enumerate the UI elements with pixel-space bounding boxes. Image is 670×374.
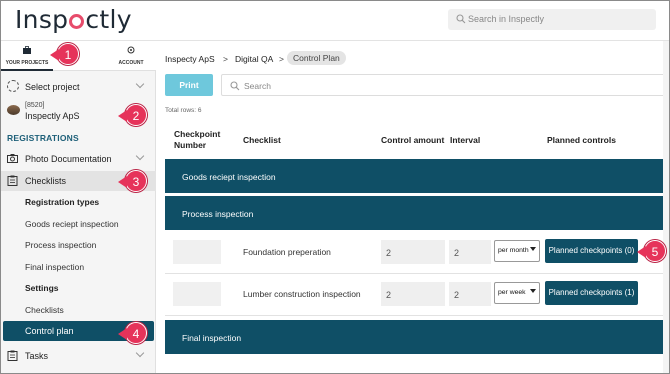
project-circle-icon bbox=[7, 80, 19, 92]
tab-account[interactable]: ACCOUNT bbox=[106, 41, 156, 71]
scrollbar[interactable] bbox=[663, 41, 669, 373]
callout-marker-3: 3 bbox=[118, 170, 147, 192]
tab-your-projects-label: YOUR PROJECTS bbox=[5, 60, 49, 66]
checklists-label: Checklists bbox=[25, 176, 67, 186]
tab-your-projects[interactable]: YOUR PROJECTS bbox=[1, 41, 53, 71]
sidebar-item-settings-checklists[interactable]: Checklists bbox=[25, 305, 64, 315]
breadcrumb-separator: > bbox=[279, 54, 284, 64]
interval-field[interactable]: 2 bbox=[449, 282, 491, 306]
period-value: per week bbox=[498, 289, 526, 296]
app-window: Insp ctly Search in Inspectly YOUR PROJEC… bbox=[0, 0, 670, 374]
select-project-label: Select project bbox=[25, 82, 80, 92]
search-icon bbox=[456, 14, 466, 24]
callout-marker-1: 1 bbox=[50, 43, 79, 65]
table-row: Foundation preperation 2 2 per month Pla… bbox=[165, 234, 667, 274]
header-interval: Interval bbox=[450, 135, 481, 145]
checkpoint-number-field[interactable] bbox=[173, 240, 221, 264]
planned-checkpoints-button[interactable]: Planned checkpoints (1) bbox=[545, 281, 638, 305]
header-checkpoint-line2: Number bbox=[174, 140, 207, 150]
tasks-label: Tasks bbox=[25, 351, 49, 361]
search-icon bbox=[230, 81, 240, 91]
control-amount-field[interactable]: 2 bbox=[381, 282, 445, 306]
inspectly-logo[interactable]: Insp ctly bbox=[15, 5, 132, 35]
breadcrumb-item-company[interactable]: Inspecty ApS bbox=[165, 54, 215, 64]
photo-documentation-label: Photo Documentation bbox=[25, 154, 112, 164]
callout-marker-4: 4 bbox=[118, 322, 147, 344]
project-number: [8520] bbox=[25, 102, 45, 109]
gear-icon bbox=[127, 46, 135, 54]
control-amount-value: 2 bbox=[386, 248, 392, 258]
logo-ring-icon bbox=[69, 14, 85, 29]
logo-text-start: Insp bbox=[15, 5, 69, 34]
table-header: Checkpoint Number Checklist Control amou… bbox=[165, 127, 667, 157]
interval-field[interactable]: 2 bbox=[449, 240, 491, 264]
main-content: Inspecty ApS > Digital QA > Control Plan… bbox=[157, 41, 669, 373]
dropdown-arrow-icon bbox=[530, 289, 536, 293]
checkpoint-number-field[interactable] bbox=[173, 282, 221, 306]
breadcrumb-item-control-plan: Control Plan bbox=[287, 51, 346, 65]
global-search-placeholder: Search in Inspectly bbox=[468, 14, 545, 24]
callout-marker-2: 2 bbox=[118, 104, 147, 126]
briefcase-icon bbox=[23, 46, 31, 54]
breadcrumb-separator: > bbox=[223, 54, 228, 64]
planned-checkpoints-button[interactable]: Planned checkpoints (0) bbox=[545, 239, 638, 263]
tab-account-label: ACCOUNT bbox=[118, 60, 144, 66]
clipboard-icon bbox=[7, 175, 18, 186]
logo-text-end: ctly bbox=[85, 5, 132, 34]
settings-heading: Settings bbox=[25, 283, 59, 293]
project-avatar bbox=[7, 105, 20, 115]
group-row-final-inspection[interactable]: Final inspection bbox=[165, 320, 667, 354]
control-amount-value: 2 bbox=[386, 290, 392, 300]
print-button[interactable]: Print bbox=[165, 74, 213, 96]
control-amount-field[interactable]: 2 bbox=[381, 240, 445, 264]
total-rows-count: Total rows: 6 bbox=[165, 107, 202, 114]
global-search-input[interactable]: Search in Inspectly bbox=[448, 9, 656, 30]
header-checkpoint-number: Checkpoint Number bbox=[174, 129, 220, 151]
control-plan-label: Control plan bbox=[25, 326, 74, 336]
dropdown-arrow-icon bbox=[530, 247, 536, 251]
header-checkpoint-line1: Checkpoint bbox=[174, 129, 221, 139]
registration-types-heading: Registration types bbox=[25, 197, 100, 207]
table-row: Lumber construction inspection 2 2 per w… bbox=[165, 276, 667, 316]
sidebar-item-tasks[interactable]: Tasks bbox=[1, 346, 156, 366]
checklist-name: Foundation preperation bbox=[243, 247, 331, 257]
interval-value: 2 bbox=[454, 248, 460, 258]
header-control-amount: Control amount bbox=[381, 135, 445, 145]
clipboard-icon bbox=[7, 350, 18, 361]
project-name: Inspectly ApS bbox=[25, 111, 80, 121]
sidebar-item-photo-documentation[interactable]: Photo Documentation bbox=[1, 149, 156, 169]
select-project-dropdown[interactable]: Select project bbox=[1, 77, 156, 97]
table-search-input[interactable]: Search bbox=[221, 74, 666, 96]
group-label: Final inspection bbox=[182, 333, 242, 343]
interval-value: 2 bbox=[454, 290, 460, 300]
group-row-goods-receipt[interactable]: Goods reciept inspection bbox=[165, 159, 667, 193]
top-bar: Insp ctly Search in Inspectly bbox=[1, 1, 669, 41]
table-search-placeholder: Search bbox=[244, 81, 271, 91]
period-select[interactable]: per month bbox=[494, 240, 540, 262]
registrations-heading: REGISTRATIONS bbox=[7, 133, 79, 143]
header-planned-controls: Planned controls bbox=[547, 135, 616, 145]
checklist-name: Lumber construction inspection bbox=[243, 289, 361, 299]
group-label: Process inspection bbox=[182, 209, 254, 219]
chevron-down-icon bbox=[135, 151, 145, 161]
period-select[interactable]: per week bbox=[494, 282, 540, 304]
chevron-down-icon bbox=[135, 348, 145, 358]
camera-icon bbox=[7, 154, 18, 163]
period-value: per month bbox=[498, 247, 529, 254]
sidebar-item-final-inspection[interactable]: Final inspection bbox=[25, 262, 84, 272]
sidebar-item-goods-receipt-inspection[interactable]: Goods reciept inspection bbox=[25, 219, 119, 229]
breadcrumb-item-digital-qa[interactable]: Digital QA bbox=[235, 54, 273, 64]
sidebar-item-process-inspection[interactable]: Process inspection bbox=[25, 240, 96, 250]
header-checklist: Checklist bbox=[243, 135, 281, 145]
group-row-process-inspection[interactable]: Process inspection bbox=[165, 196, 667, 230]
chevron-down-icon bbox=[135, 79, 145, 89]
group-label: Goods reciept inspection bbox=[182, 172, 276, 182]
callout-marker-5: 5 bbox=[637, 240, 666, 262]
